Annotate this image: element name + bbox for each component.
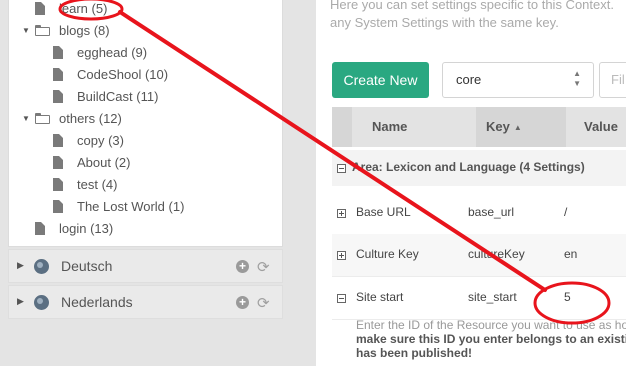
resource-tree: learn (5) ▼ blogs (8) egghead (9) CodeSh… xyxy=(8,0,283,247)
header-key[interactable]: Key ▲ xyxy=(476,107,566,147)
tree-item-label: The Lost World (1) xyxy=(77,199,185,214)
group-label: Area: Lexicon and Language (4 Settings) xyxy=(352,160,585,174)
row-key: site_start xyxy=(468,290,517,304)
table-row[interactable]: Base URL base_url / xyxy=(332,192,626,235)
table-row[interactable]: Culture Key cultureKey en xyxy=(332,234,626,277)
caret-down-icon[interactable]: ▼ xyxy=(21,108,31,130)
row-value[interactable]: 5 xyxy=(564,290,571,304)
header-expander-cell xyxy=(332,107,352,147)
tree-item-label: others (12) xyxy=(59,111,122,126)
intro-text: Here you can set settings specific to th… xyxy=(330,0,614,30)
tree-item-label: egghead (9) xyxy=(77,45,148,60)
sort-up-icon: ▲ xyxy=(513,122,522,132)
tree-item-label: login (13) xyxy=(59,221,114,236)
document-icon xyxy=(53,134,63,147)
resource-tree-panel: learn (5) ▼ blogs (8) egghead (9) CodeSh… xyxy=(0,0,296,366)
caret-down-icon[interactable]: ▼ xyxy=(21,20,31,42)
header-name[interactable]: Name xyxy=(356,107,466,147)
filter-placeholder: Fil xyxy=(611,72,625,87)
collapse-icon[interactable] xyxy=(337,164,346,173)
header-value[interactable]: Value xyxy=(576,107,626,147)
area-select[interactable]: core ▲ ▼ xyxy=(442,62,594,98)
globe-icon xyxy=(34,259,49,274)
tree-item-label: learn (5) xyxy=(59,1,108,16)
globe-icon xyxy=(34,295,49,310)
header-name-label: Name xyxy=(372,119,408,134)
expand-icon[interactable] xyxy=(337,251,346,260)
document-icon xyxy=(53,156,63,169)
group-row[interactable]: Area: Lexicon and Language (4 Settings) xyxy=(332,150,626,186)
row-name: Site start xyxy=(356,290,404,304)
folder-open-icon xyxy=(35,24,50,36)
document-icon xyxy=(53,90,63,103)
row-value[interactable]: / xyxy=(564,205,567,219)
plus-circle-icon[interactable]: + xyxy=(236,260,249,273)
tree-item-label: CodeShool (10) xyxy=(77,67,169,82)
tree-item-label: About (2) xyxy=(77,155,131,170)
table-row[interactable]: Site start site_start 5 xyxy=(332,277,626,320)
setting-description: Enter the ID of the Resource you want to… xyxy=(356,318,626,360)
expand-icon[interactable] xyxy=(337,209,346,218)
caret-right-icon[interactable]: ▶ xyxy=(17,296,24,307)
collapse-icon[interactable] xyxy=(337,294,346,303)
plus-circle-icon[interactable]: + xyxy=(236,296,249,309)
row-key: base_url xyxy=(468,205,515,219)
context-deutsch[interactable]: ▶ Deutsch + ⟳ xyxy=(8,249,283,283)
area-select-value: core xyxy=(456,72,482,87)
folder-open-icon xyxy=(35,112,50,124)
document-icon xyxy=(53,68,63,81)
document-icon xyxy=(53,178,63,191)
header-value-label: Value xyxy=(584,119,618,134)
row-name: Culture Key xyxy=(356,247,419,261)
filter-input[interactable]: Fil xyxy=(599,62,626,98)
tree-item-label: test (4) xyxy=(77,177,118,192)
caret-right-icon[interactable]: ▶ xyxy=(17,260,24,271)
grid-header: Name Key ▲ Value xyxy=(332,107,626,147)
context-nederlands[interactable]: ▶ Nederlands + ⟳ xyxy=(8,285,283,319)
context-label: Nederlands xyxy=(61,294,133,310)
row-value[interactable]: en xyxy=(564,247,577,261)
create-new-button[interactable]: Create New xyxy=(332,62,429,98)
document-icon xyxy=(53,46,63,59)
context-settings-panel: Here you can set settings specific to th… xyxy=(316,0,626,366)
tree-item-label: blogs (8) xyxy=(59,23,110,38)
description-text: Enter the ID of the Resource you want to… xyxy=(356,318,626,332)
context-label: Deutsch xyxy=(61,258,113,274)
tree-item-label: BuildCast (11) xyxy=(77,89,159,104)
tree-item-label: copy (3) xyxy=(77,133,124,148)
header-key-label: Key xyxy=(486,119,510,134)
document-icon xyxy=(53,200,63,213)
row-key: cultureKey xyxy=(468,247,525,261)
document-icon xyxy=(35,222,45,235)
row-name: Base URL xyxy=(356,205,411,219)
document-icon xyxy=(35,2,45,15)
select-arrows-icon: ▲ ▼ xyxy=(573,69,581,88)
refresh-icon[interactable]: ⟳ xyxy=(257,294,270,312)
description-bold-text: make sure this ID you enter belongs to a… xyxy=(356,332,626,360)
refresh-icon[interactable]: ⟳ xyxy=(257,258,270,276)
